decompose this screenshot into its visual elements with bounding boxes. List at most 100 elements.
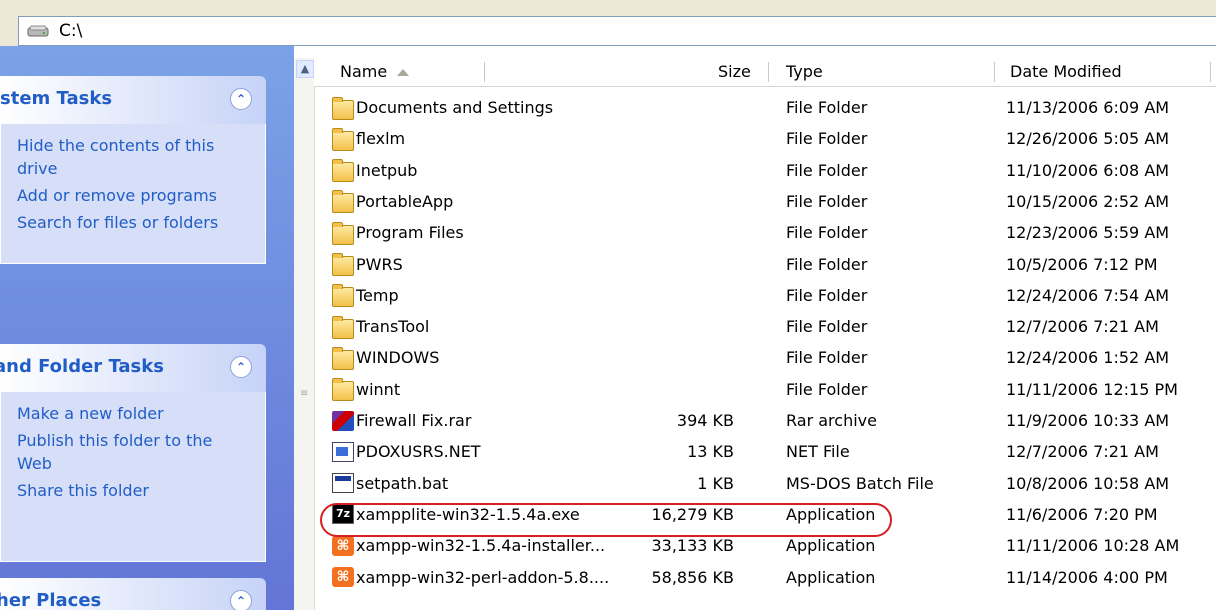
file-type: File Folder <box>786 254 868 274</box>
column-divider[interactable] <box>994 62 995 82</box>
file-date-modified: 12/23/2006 5:59 AM <box>1006 223 1170 243</box>
file-row[interactable]: TransTool File Folder 12/7/2006 7:21 AM <box>314 311 1216 342</box>
file-date-modified: 10/5/2006 7:12 PM <box>1006 254 1158 274</box>
file-row[interactable]: Inetpub File Folder 11/10/2006 6:08 AM <box>314 155 1216 186</box>
file-name-cell[interactable]: PortableApp <box>332 190 453 214</box>
file-date-modified: 12/24/2006 7:54 AM <box>1006 285 1170 305</box>
task-link-add-remove-programs[interactable]: Add or remove programs <box>17 184 237 207</box>
xampp-app-icon: ⌘ <box>332 535 354 556</box>
file-name-cell[interactable]: PDOXUSRS.NET <box>332 440 481 463</box>
file-name: PDOXUSRS.NET <box>356 442 481 462</box>
file-name-cell[interactable]: ⌘ xampp-win32-1.5.4a-installer... <box>332 534 605 557</box>
file-date-modified: 10/8/2006 10:58 AM <box>1006 473 1170 493</box>
file-name: xampp-win32-perl-addon-5.8.... <box>356 567 610 587</box>
net-file-icon <box>332 441 354 462</box>
xampp-app-icon: ⌘ <box>332 567 354 587</box>
task-pane: stem Tasks ⌃ Hide the contents of this d… <box>0 46 294 610</box>
file-date-modified: 11/14/2006 4:00 PM <box>1006 567 1168 587</box>
scroll-thumb-grip-icon[interactable]: ≡ <box>300 389 308 406</box>
group-title: her Places <box>0 590 102 610</box>
file-name-cell[interactable]: Temp <box>332 284 399 308</box>
file-row[interactable]: flexlm File Folder 12/26/2006 5:05 AM <box>314 123 1216 154</box>
scroll-up-arrow-icon[interactable]: ▲ <box>296 60 314 78</box>
file-type: File Folder <box>786 285 868 305</box>
sort-ascending-icon <box>397 69 410 76</box>
file-size: 394 KB <box>676 411 734 430</box>
file-date-modified: 12/26/2006 5:05 AM <box>1006 129 1170 149</box>
file-type: NET File <box>786 442 850 462</box>
file-name-cell[interactable]: ⌘ xampp-win32-perl-addon-5.8.... <box>332 566 609 589</box>
folder-icon <box>332 253 354 276</box>
folder-icon <box>332 159 354 183</box>
file-type: File Folder <box>786 191 868 211</box>
task-link-new-folder[interactable]: Make a new folder <box>17 402 237 425</box>
file-date-modified: 12/7/2006 7:21 AM <box>1006 317 1159 337</box>
file-row[interactable]: Temp File Folder 12/24/2006 7:54 AM <box>314 280 1216 311</box>
header-size[interactable]: Size <box>718 58 751 86</box>
file-type: File Folder <box>786 348 868 368</box>
header-date-modified[interactable]: Date Modified <box>1010 58 1122 86</box>
header-name[interactable]: Name <box>340 58 410 86</box>
rar-archive-icon <box>332 410 354 431</box>
column-divider[interactable] <box>484 62 485 82</box>
file-name-cell[interactable]: TransTool <box>332 315 429 339</box>
file-row[interactable]: WINDOWS File Folder 12/24/2006 1:52 AM <box>314 342 1216 373</box>
column-divider[interactable] <box>768 62 769 82</box>
file-name-cell[interactable]: flexlm <box>332 127 405 151</box>
file-date-modified: 11/6/2006 7:20 PM <box>1006 504 1158 524</box>
column-headers: Name Size Type Date Modified <box>314 58 1216 87</box>
task-link-hide-drive[interactable]: Hide the contents of this drive <box>17 134 237 180</box>
address-path: C:\ <box>59 21 83 41</box>
file-size: 13 KB <box>687 442 734 462</box>
file-name-cell[interactable]: Program Files <box>332 221 464 245</box>
column-divider[interactable] <box>1210 62 1211 82</box>
file-row[interactable]: setpath.bat 1 KB MS-DOS Batch File 10/8/200… <box>314 468 1216 499</box>
file-date-modified: 11/9/2006 10:33 AM <box>1006 411 1170 430</box>
collapse-chevron-icon[interactable]: ⌃ <box>230 356 252 378</box>
address-input[interactable]: C:\ <box>18 16 1216 46</box>
file-name-cell[interactable]: Firewall Fix.rar <box>332 409 471 432</box>
file-name-cell[interactable]: winnt <box>332 378 400 402</box>
file-name-cell[interactable]: setpath.bat <box>332 472 448 495</box>
file-folder-tasks-header[interactable]: and Folder Tasks ⌃ <box>0 344 266 392</box>
task-link-search[interactable]: Search for files or folders <box>17 211 237 234</box>
file-type: MS-DOS Batch File <box>786 473 934 493</box>
other-places-header[interactable]: her Places ⌃ <box>0 578 266 610</box>
file-row[interactable]: Program Files File Folder 12/23/2006 5:59 … <box>314 217 1216 248</box>
vertical-scrollbar[interactable]: ▲ ≡ <box>294 58 315 610</box>
file-name: Documents and Settings <box>356 98 554 117</box>
system-tasks-body: Hide the contents of this drive Add or r… <box>0 124 266 264</box>
folder-icon <box>332 315 354 339</box>
file-name: WINDOWS <box>356 348 440 368</box>
folder-icon <box>332 378 354 402</box>
file-name: Temp <box>356 285 399 305</box>
file-row[interactable]: PDOXUSRS.NET 13 KB NET File 12/7/2006 7:21 … <box>314 436 1216 467</box>
file-type: File Folder <box>786 317 868 337</box>
file-row[interactable]: Firewall Fix.rar 394 KB Rar archive 11/9/20… <box>314 405 1216 436</box>
header-type[interactable]: Type <box>786 58 823 86</box>
file-date-modified: 11/11/2006 12:15 PM <box>1006 379 1178 399</box>
file-date-modified: 12/24/2006 1:52 AM <box>1006 348 1170 368</box>
file-name-cell[interactable]: Inetpub <box>332 159 417 183</box>
file-type: File Folder <box>786 379 868 399</box>
task-link-share-folder[interactable]: Share this folder <box>17 479 237 502</box>
batch-file-icon <box>332 473 354 494</box>
file-row[interactable]: Documents and Settings File Folder 11/13/2… <box>314 92 1216 123</box>
file-row[interactable]: winnt File Folder 11/11/2006 12:15 PM <box>314 374 1216 405</box>
file-name-cell[interactable]: WINDOWS <box>332 346 440 370</box>
file-name-cell[interactable]: PWRS <box>332 253 403 276</box>
file-type: File Folder <box>786 160 868 180</box>
address-bar: C:\ <box>0 0 1216 46</box>
file-row[interactable]: ⌘ xampp-win32-perl-addon-5.8.... 58,856 KB… <box>314 562 1216 593</box>
folder-icon <box>332 346 354 370</box>
system-tasks-header[interactable]: stem Tasks ⌃ <box>0 76 266 124</box>
task-link-publish-web[interactable]: Publish this folder to the Web <box>17 429 237 475</box>
file-name-cell[interactable]: Documents and Settings <box>332 96 554 120</box>
file-type: File Folder <box>786 223 868 243</box>
file-row[interactable]: PortableApp File Folder 10/15/2006 2:52 AM <box>314 186 1216 217</box>
file-name: Firewall Fix.rar <box>356 411 472 430</box>
file-row[interactable]: PWRS File Folder 10/5/2006 7:12 PM <box>314 249 1216 280</box>
collapse-chevron-icon[interactable]: ⌃ <box>230 88 252 110</box>
collapse-chevron-icon[interactable]: ⌃ <box>230 590 252 610</box>
file-date-modified: 10/15/2006 2:52 AM <box>1006 191 1170 211</box>
